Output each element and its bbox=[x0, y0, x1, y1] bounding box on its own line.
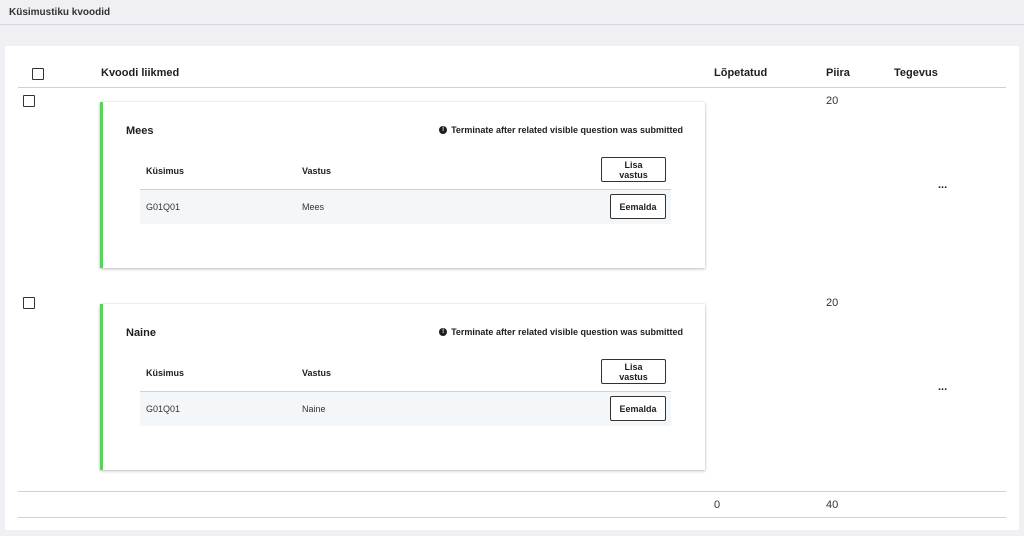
answer-value: Naine bbox=[302, 404, 326, 414]
answer-value: Mees bbox=[302, 202, 325, 212]
question-code: G01Q01 bbox=[146, 404, 181, 414]
select-all-checkbox[interactable] bbox=[32, 68, 44, 80]
quota-note-text: Terminate after related visible question… bbox=[451, 327, 683, 337]
quota-card: Mees ! Terminate after related visible q… bbox=[100, 102, 705, 268]
quota-note-text: Terminate after related visible question… bbox=[451, 125, 683, 135]
table-row: G01Q01 Naine Eemalda bbox=[140, 392, 671, 426]
bottom-divider bbox=[18, 517, 1006, 518]
col-answer: Vastus bbox=[302, 166, 332, 176]
row-checkbox[interactable] bbox=[23, 297, 35, 309]
question-code: G01Q01 bbox=[146, 202, 181, 212]
info-icon: ! bbox=[439, 126, 448, 134]
info-icon: ! bbox=[439, 328, 448, 336]
total-limit: 40 bbox=[826, 499, 839, 511]
header-limit: Piira bbox=[826, 67, 850, 79]
quota-card: Naine ! Terminate after related visible … bbox=[100, 304, 705, 470]
quota-title: Mees bbox=[126, 125, 154, 137]
quota-title: Naine bbox=[126, 327, 156, 339]
quota-panel: Kvoodi liikmed Lõpetatud Piira Tegevus 2… bbox=[5, 46, 1019, 530]
row-limit: 20 bbox=[826, 95, 839, 107]
table-row: G01Q01 Mees Eemalda bbox=[140, 190, 671, 224]
quota-note: ! Terminate after related visible questi… bbox=[439, 125, 683, 135]
page-header: Küsimustiku kvoodid bbox=[0, 0, 1024, 25]
row-actions-menu[interactable]: ... bbox=[938, 179, 947, 191]
header-divider bbox=[18, 87, 1006, 88]
row-checkbox[interactable] bbox=[23, 95, 35, 107]
header-members: Kvoodi liikmed bbox=[101, 67, 180, 79]
header-actions: Tegevus bbox=[894, 67, 938, 79]
col-question: Küsimus bbox=[146, 368, 185, 378]
col-question: Küsimus bbox=[146, 166, 185, 176]
row-actions-menu[interactable]: ... bbox=[938, 381, 947, 393]
remove-button[interactable]: Eemalda bbox=[610, 194, 666, 219]
quota-note: ! Terminate after related visible questi… bbox=[439, 327, 683, 337]
add-answer-button[interactable]: Lisa vastus bbox=[601, 359, 666, 384]
page-title: Küsimustiku kvoodid bbox=[9, 7, 111, 18]
add-answer-button[interactable]: Lisa vastus bbox=[601, 157, 666, 182]
header-completed: Lõpetatud bbox=[714, 67, 768, 79]
total-completed: 0 bbox=[714, 499, 721, 511]
col-answer: Vastus bbox=[302, 368, 332, 378]
totals-divider bbox=[18, 491, 1006, 492]
row-limit: 20 bbox=[826, 297, 839, 309]
remove-button[interactable]: Eemalda bbox=[610, 396, 666, 421]
